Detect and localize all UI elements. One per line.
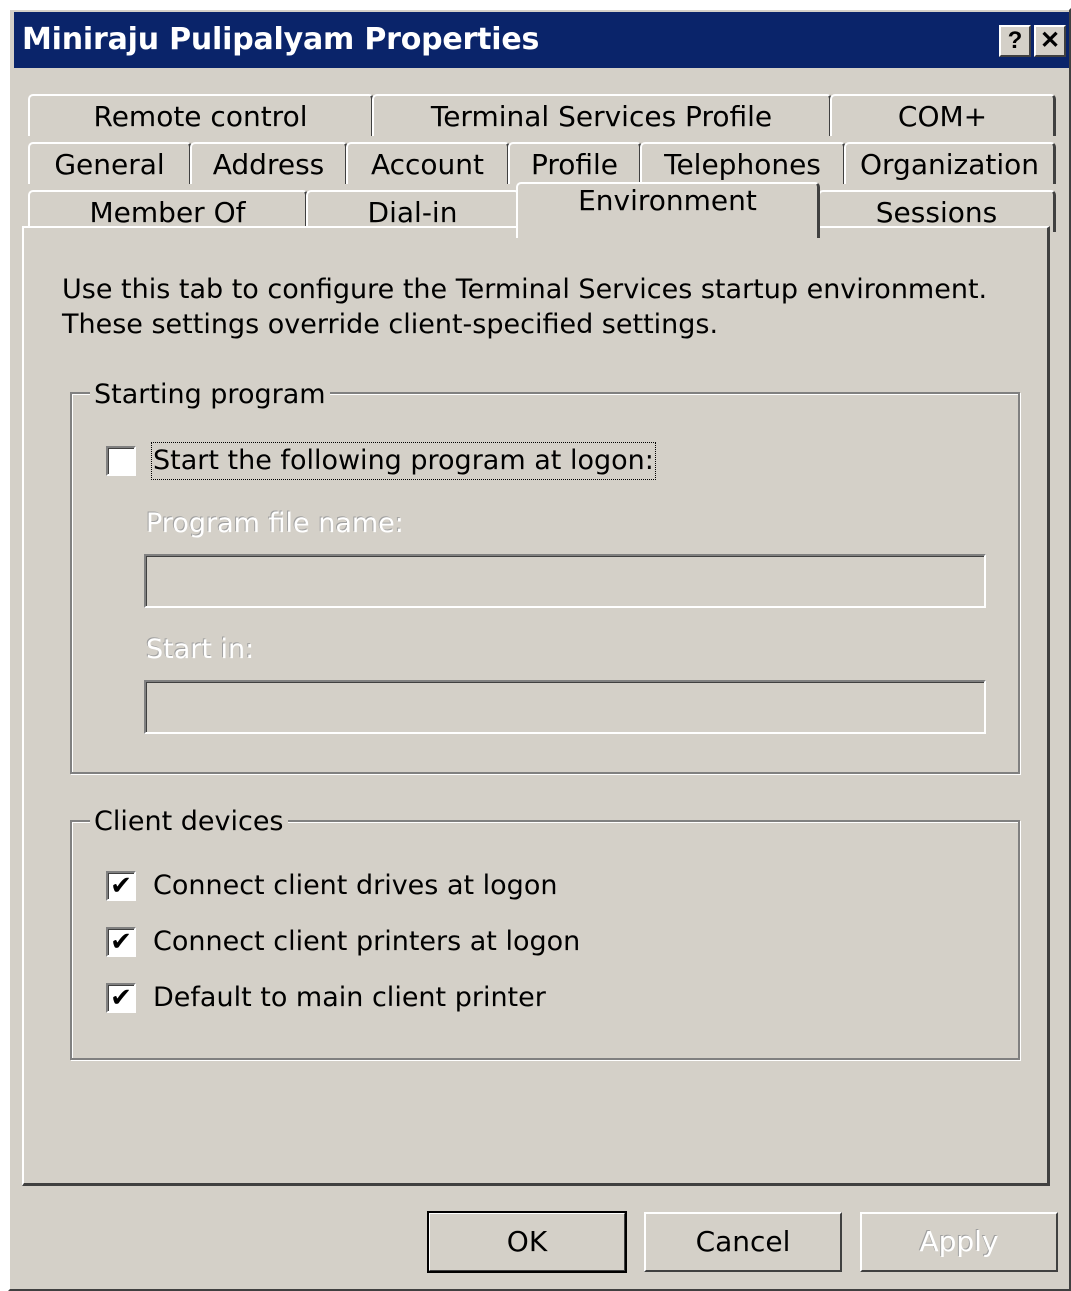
start-in-input[interactable] [144,680,986,734]
title-bar: Miniraju Pulipalyam Properties ? ✕ [14,12,1069,68]
tab-general[interactable]: General [28,142,192,184]
tab-terminal-services-profile[interactable]: Terminal Services Profile [372,94,832,136]
help-button[interactable]: ? [999,25,1031,57]
program-file-name-input[interactable] [144,554,986,608]
tab-environment[interactable]: Environment [516,182,820,238]
tab-address[interactable]: Address [190,142,348,184]
start-in-label: Start in: [146,634,255,665]
tab-remote-control[interactable]: Remote control [28,94,374,136]
connect-drives-checkbox[interactable]: ✔ [106,871,136,901]
start-program-row: Start the following program at logon: [106,442,656,480]
default-printer-row: ✔ Default to main client printer [106,981,546,1015]
tab-telephones[interactable]: Telephones [640,142,846,184]
default-printer-label[interactable]: Default to main client printer [153,981,546,1015]
cancel-button[interactable]: Cancel [644,1212,842,1272]
tab-organization[interactable]: Organization [844,142,1056,184]
tab-profile[interactable]: Profile [508,142,642,184]
connect-printers-checkbox[interactable]: ✔ [106,927,136,957]
default-printer-checkbox[interactable]: ✔ [106,983,136,1013]
connect-printers-row: ✔ Connect client printers at logon [106,925,580,959]
connect-drives-row: ✔ Connect client drives at logon [106,869,557,903]
ok-button[interactable]: OK [427,1211,627,1273]
tab-com-plus[interactable]: COM+ [830,94,1056,136]
start-program-label[interactable]: Start the following program at logon: [151,442,656,480]
start-program-checkbox[interactable] [106,446,136,476]
apply-button[interactable]: Apply [860,1212,1058,1272]
starting-program-title: Starting program [90,378,330,412]
close-button[interactable]: ✕ [1034,25,1066,57]
client-devices-title: Client devices [90,805,288,839]
tab-account[interactable]: Account [346,142,510,184]
window-title: Miniraju Pulipalyam Properties [22,22,540,57]
tab-description: Use this tab to configure the Terminal S… [62,274,988,340]
program-file-name-label: Program file name: [146,508,404,539]
connect-printers-label[interactable]: Connect client printers at logon [153,925,580,959]
connect-drives-label[interactable]: Connect client drives at logon [153,869,557,903]
